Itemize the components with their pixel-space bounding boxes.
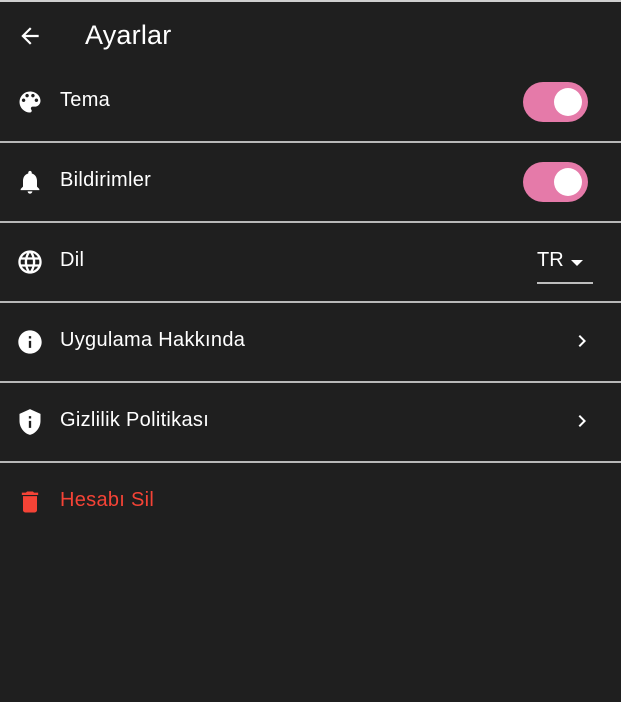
toggle-knob: [554, 168, 582, 196]
app-bar: Ayarlar: [0, 2, 621, 70]
info-icon: [16, 328, 44, 356]
page-title: Ayarlar: [85, 20, 172, 50]
select-underline: [537, 282, 593, 284]
theme-toggle[interactable]: [523, 82, 588, 122]
notifications-label: Bildirimler: [60, 169, 152, 191]
setting-row-about[interactable]: Uygulama Hakkında: [0, 302, 621, 381]
setting-row-theme: Tema: [0, 62, 621, 141]
language-value: TR: [537, 249, 564, 271]
trash-icon: [16, 488, 44, 516]
chevron-right-icon: [570, 409, 594, 433]
notifications-toggle[interactable]: [523, 162, 588, 202]
globe-icon: [16, 248, 44, 276]
arrow-back-icon: [17, 23, 43, 54]
theme-label: Tema: [60, 89, 111, 111]
palette-icon: [16, 88, 44, 116]
setting-row-notifications: Bildirimler: [0, 142, 621, 221]
toggle-knob: [554, 88, 582, 116]
bell-icon: [16, 168, 44, 196]
privacy-label: Gizlilik Politikası: [60, 409, 210, 431]
setting-row-language: Dil TR: [0, 222, 621, 301]
language-select[interactable]: TR: [537, 240, 593, 284]
shield-info-icon: [16, 408, 44, 436]
delete-account-label: Hesabı Sil: [60, 489, 155, 511]
dropdown-arrow-icon: [571, 260, 583, 266]
back-button[interactable]: [14, 22, 46, 54]
chevron-right-icon: [570, 329, 594, 353]
language-label: Dil: [60, 249, 85, 271]
about-label: Uygulama Hakkında: [60, 329, 246, 351]
setting-row-delete-account[interactable]: Hesabı Sil: [0, 462, 621, 541]
setting-row-privacy[interactable]: Gizlilik Politikası: [0, 382, 621, 461]
